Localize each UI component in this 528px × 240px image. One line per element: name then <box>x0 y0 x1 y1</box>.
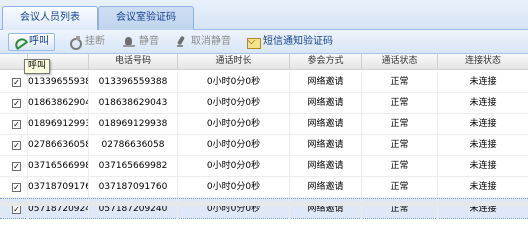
cell-name: 013396559388 <box>28 72 89 92</box>
cell-connection-status: 未连接 <box>469 98 497 108</box>
cell-connection-status: 未连接 <box>469 77 497 87</box>
unmute-button[interactable]: 取消静音 <box>170 32 235 52</box>
unmute-button-label: 取消静音 <box>191 36 231 47</box>
cell-connection-status: 未连接 <box>469 161 497 171</box>
hangup-button-label: 挂断 <box>85 36 105 47</box>
hangup-button[interactable]: 挂断 <box>64 32 109 52</box>
toolbar: 呼叫 挂断 静音 取消静音 短信通知验证码 <box>0 30 528 54</box>
cell-join-method: 网络邀请 <box>290 114 362 134</box>
header-phone-number[interactable]: 电话号码 <box>89 54 178 70</box>
row-checkbox[interactable]: ✓ <box>12 99 21 108</box>
phone-icon <box>12 35 26 49</box>
table-row[interactable]: ✓0189691299380189691299380小时0分0秒网络邀请正常未连… <box>0 114 528 135</box>
header-call-duration[interactable]: 通话时长 <box>178 54 290 70</box>
cell-name: 037187091760 <box>28 177 89 197</box>
grid-header: 电话号码 通话时长 参会方式 通话状态 连接状态 <box>0 54 528 70</box>
row-checkbox-cell: ✓ <box>0 156 28 176</box>
table-row[interactable]: ✓ 02786636058 02786636058 0小时0分0秒 网络邀请 正常 未连接 <box>0 135 528 156</box>
cell-name: 037165669982 <box>28 156 89 176</box>
cell-phone-number: 037165669982 <box>89 156 178 176</box>
cell-name: 018638629043 <box>28 93 89 113</box>
cell-call-duration: 0小时0分0秒 <box>178 93 290 113</box>
envelope-icon <box>246 35 261 49</box>
cell-call-status: 正常 <box>362 93 438 113</box>
microphone-icon <box>174 35 188 49</box>
mute-button[interactable]: 静音 <box>118 32 163 52</box>
cell-name: 02786636058 <box>28 135 89 155</box>
header-call-status[interactable]: 通话状态 <box>362 54 438 70</box>
mute-button-label: 静音 <box>139 36 159 47</box>
cell-call-status: 正常 <box>362 114 438 134</box>
table-row[interactable]: ✓0371656699820371656699820小时0分0秒网络邀请正常未连… <box>0 156 528 177</box>
cell-connection-status: 未连接 <box>469 182 497 192</box>
cell-connection-status: 未连接 <box>469 119 497 129</box>
cell-phone-number: 037187091760 <box>89 177 178 197</box>
mute-icon <box>122 35 136 49</box>
cell-phone-number: 018638629043 <box>89 93 178 113</box>
row-checkbox-cell: ✓ <box>0 114 28 134</box>
call-tooltip: 呼叫 <box>24 59 50 74</box>
cell-call-status: 正常 <box>362 177 438 197</box>
table-row[interactable]: ✓0133965593880133965593880小时0分0秒网络邀请正常未连… <box>0 72 528 93</box>
cell-call-status: 正常 <box>362 135 438 155</box>
horizontal-scrollbar[interactable] <box>0 202 528 206</box>
row-checkbox-cell: ✓ <box>0 72 28 92</box>
cell-call-duration: 0小时0分0秒 <box>178 135 290 155</box>
row-checkbox-cell: ✓ <box>0 93 28 113</box>
sms-notify-button[interactable]: 短信通知验证码 <box>242 32 337 52</box>
cell-join-method: 网络邀请 <box>290 72 362 92</box>
cell-phone-number: 018969129938 <box>89 114 178 134</box>
tab-room-verification-code[interactable]: 会议室验证码 <box>98 6 194 30</box>
cell-join-method: 网络邀请 <box>290 93 362 113</box>
call-button[interactable]: 呼叫 <box>8 33 55 51</box>
cell-connection-status: 未连接 <box>469 140 497 150</box>
row-checkbox-cell: ✓ <box>0 135 28 155</box>
cell-join-method: 网络邀请 <box>290 156 362 176</box>
header-connection-status[interactable]: 连接状态 <box>438 54 528 70</box>
call-button-label: 呼叫 <box>29 36 49 47</box>
table-row[interactable]: ✓0371870917600371870917600小时0分0秒网络邀请正常未连… <box>0 177 528 198</box>
cell-call-status: 正常 <box>362 156 438 176</box>
cell-phone-number: 013396559388 <box>89 72 178 92</box>
row-checkbox[interactable]: ✓ <box>12 183 21 192</box>
attendee-grid: 电话号码 通话时长 参会方式 通话状态 连接状态 ✓01339655938801… <box>0 54 528 219</box>
header-join-method[interactable]: 参会方式 <box>290 54 362 70</box>
row-checkbox[interactable]: ✓ <box>12 78 21 87</box>
row-checkbox[interactable]: ✓ <box>12 141 21 150</box>
cell-call-duration: 0小时0分0秒 <box>178 114 290 134</box>
hangup-icon <box>68 35 82 50</box>
cell-join-method: 网络邀请 <box>290 135 362 155</box>
row-checkbox[interactable]: ✓ <box>12 162 21 171</box>
cell-name: 018969129938 <box>28 114 89 134</box>
sms-notify-button-label: 短信通知验证码 <box>263 36 333 47</box>
cell-call-duration: 0小时0分0秒 <box>178 177 290 197</box>
cell-phone-number: 02786636058 <box>89 135 178 155</box>
row-checkbox[interactable]: ✓ <box>12 205 21 214</box>
tab-strip: 会议人员列表 会议室验证码 <box>0 0 528 30</box>
table-row[interactable]: ✓0186386290430186386290430小时0分0秒网络邀请正常未连… <box>0 93 528 114</box>
cell-call-duration: 0小时0分0秒 <box>178 156 290 176</box>
row-checkbox-cell: ✓ <box>0 177 28 197</box>
row-checkbox[interactable]: ✓ <box>12 120 21 129</box>
cell-join-method: 网络邀请 <box>290 177 362 197</box>
tab-attendee-list[interactable]: 会议人员列表 <box>2 6 98 30</box>
cell-call-status: 正常 <box>362 72 438 92</box>
cell-call-duration: 0小时0分0秒 <box>178 72 290 92</box>
